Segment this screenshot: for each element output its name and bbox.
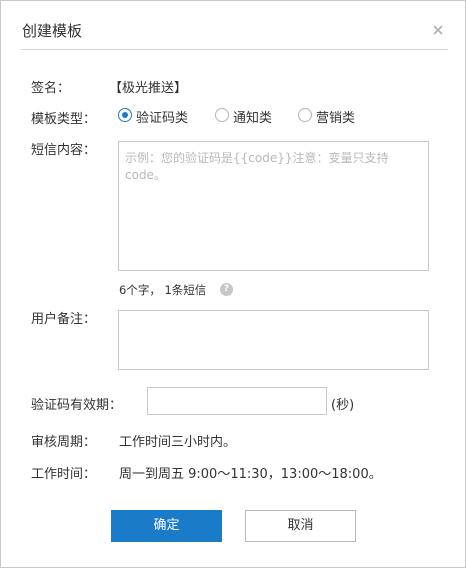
work-time-label: 工作时间： — [31, 467, 97, 482]
signature-label: 签名： — [31, 81, 71, 96]
cancel-button[interactable]: 取消 — [245, 510, 356, 542]
radio-notification[interactable]: 通知类 — [215, 106, 285, 126]
review-period-value: 工作时间三小时内。 — [119, 435, 237, 450]
confirm-button[interactable]: 确定 — [111, 510, 222, 542]
radio-marketing[interactable]: 营销类 — [298, 106, 368, 126]
review-period-label: 审核周期： — [31, 435, 97, 450]
help-icon[interactable]: ? — [220, 283, 233, 296]
radio-verification-code[interactable]: 验证码类 — [118, 106, 198, 126]
radio-unchecked-icon — [298, 108, 312, 122]
remark-textarea[interactable] — [118, 310, 429, 370]
radio-checked-icon — [118, 108, 132, 122]
radio-unchecked-icon — [215, 108, 229, 122]
dialog-header: 创建模板 — [1, 1, 465, 51]
remark-label: 用户备注： — [31, 312, 97, 327]
sms-content-textarea[interactable] — [118, 141, 429, 271]
close-icon[interactable] — [430, 22, 446, 38]
work-time-value: 周一到周五 9:00～11:30，13:00～18:00。 — [119, 467, 382, 482]
radio-label: 验证码类 — [136, 111, 189, 126]
radio-label: 营销类 — [316, 111, 356, 126]
sms-content-label: 短信内容： — [31, 143, 97, 158]
char-counter: 6个字， 1条短信 — [119, 283, 207, 297]
template-type-label: 模板类型： — [31, 112, 97, 127]
radio-label: 通知类 — [233, 111, 273, 126]
signature-value: 【极光推送】 — [109, 81, 188, 96]
dialog-title: 创建模板 — [22, 22, 83, 40]
create-template-dialog: 创建模板 签名： 【极光推送】 模板类型： 验证码类 通知类 营销类 短信内容：… — [0, 0, 466, 568]
validity-input[interactable] — [147, 387, 327, 415]
header-divider — [21, 49, 448, 50]
validity-label: 验证码有效期： — [31, 398, 123, 413]
validity-unit: (秒) — [331, 398, 355, 413]
